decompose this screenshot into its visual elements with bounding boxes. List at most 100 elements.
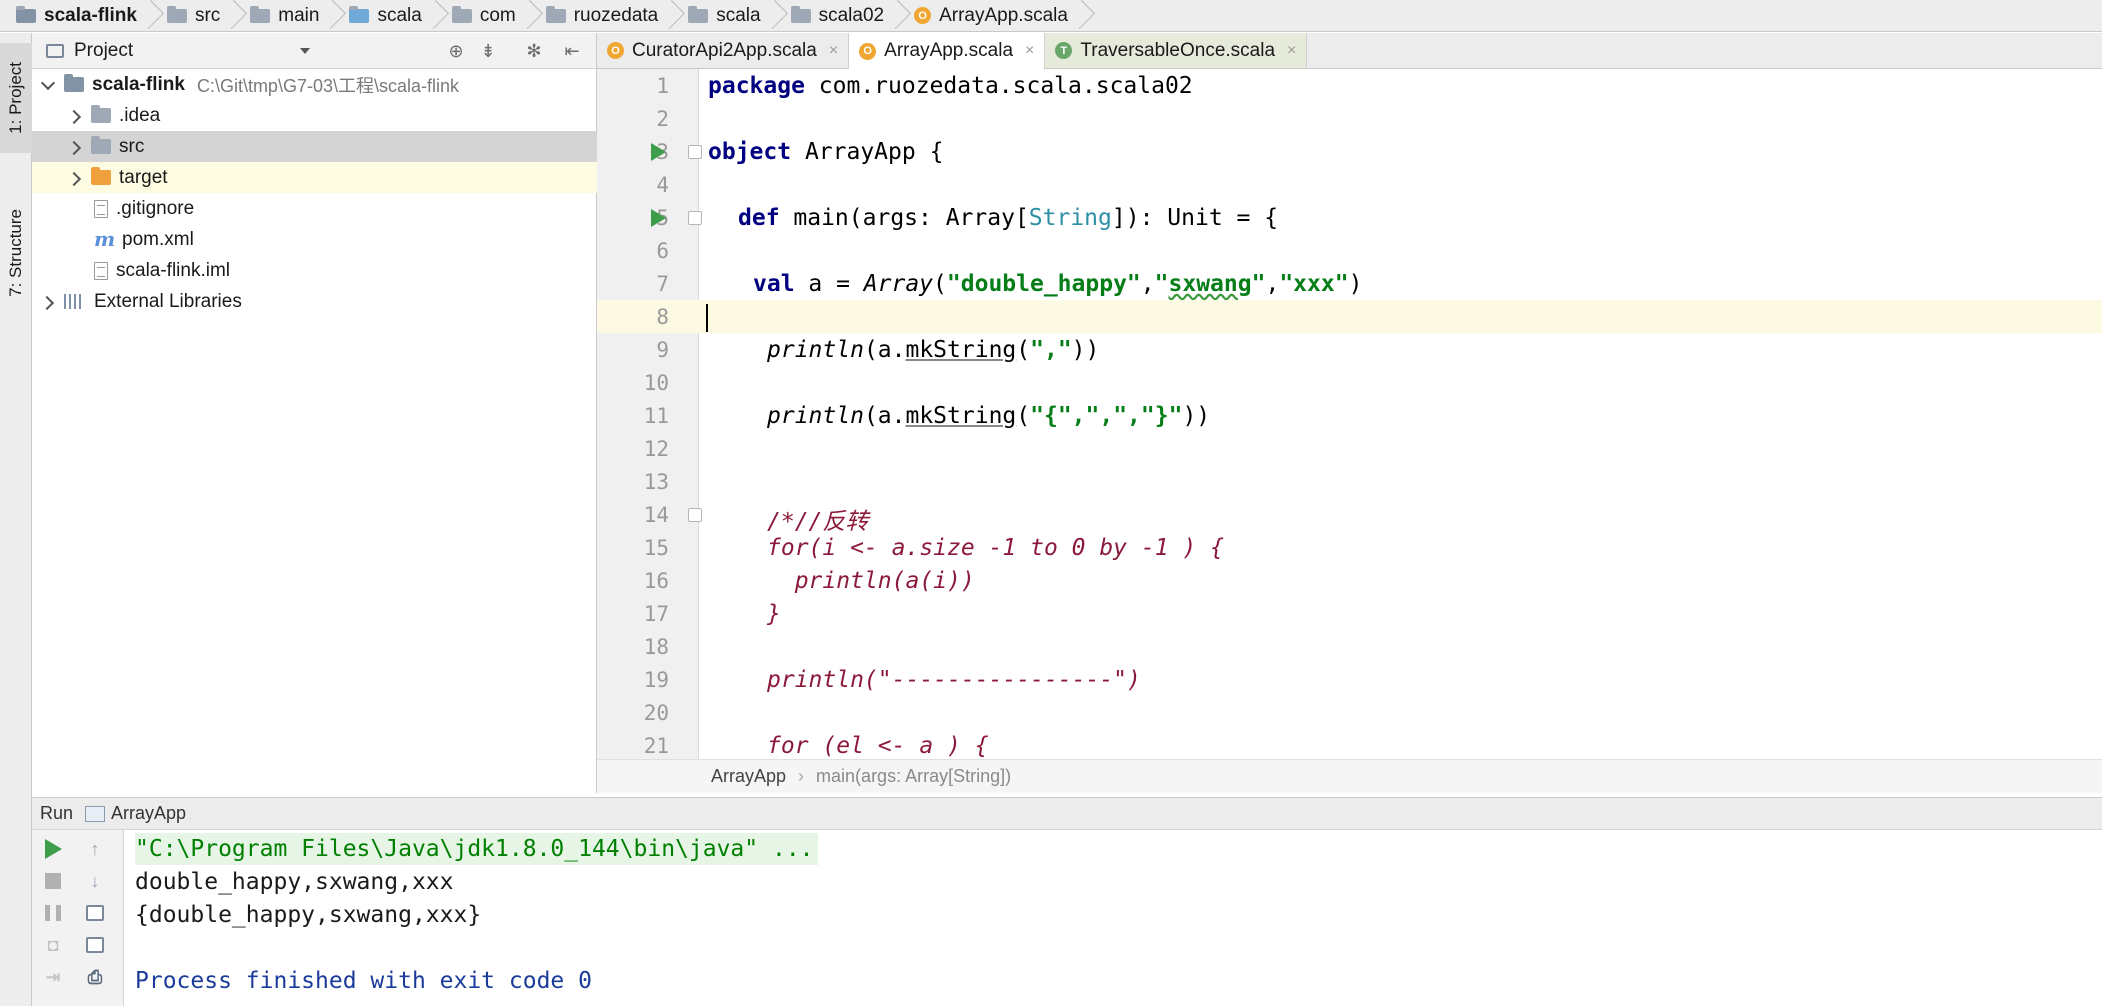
console-exit-message: Process finished with exit code 0 xyxy=(135,968,592,994)
breadcrumb-method[interactable]: main(args: Array[String]) xyxy=(816,766,1011,787)
tool-tab-project[interactable]: 1: Project xyxy=(0,43,32,153)
code-line: 15 for(i <- a.size -1 to 0 by -1 ) { xyxy=(597,531,2102,564)
line-number: 21 xyxy=(643,734,669,758)
code-line: 18 xyxy=(597,630,2102,663)
breadcrumb-separator xyxy=(769,0,781,32)
tree-item-iml[interactable]: scala-flink.iml xyxy=(32,255,597,286)
hide-panel-icon[interactable]: ⇤ xyxy=(562,41,582,61)
scala-object-icon: O xyxy=(607,42,624,59)
breadcrumb-separator xyxy=(228,0,240,32)
tree-item-gitignore[interactable]: .gitignore xyxy=(32,193,597,224)
pause-button[interactable] xyxy=(42,902,64,924)
code-line: 6 xyxy=(597,234,2102,267)
code-line: 7 val a = Array("double_happy","sxwang",… xyxy=(597,267,2102,300)
tab-arrayapp[interactable]: O ArrayApp.scala × xyxy=(849,33,1046,69)
breadcrumb-class[interactable]: ArrayApp xyxy=(711,766,786,787)
breadcrumb-separator xyxy=(1076,0,1088,32)
chevron-right-icon[interactable] xyxy=(67,109,81,123)
breadcrumb-com[interactable]: com xyxy=(448,0,542,32)
text-file-icon xyxy=(94,199,108,218)
dump-threads-button[interactable]: ◘ xyxy=(42,934,64,956)
gear-icon[interactable]: ✻ xyxy=(524,41,544,61)
locate-icon[interactable]: ⊕ xyxy=(446,41,466,61)
breadcrumb-project[interactable]: scala-flink xyxy=(12,0,163,32)
close-icon[interactable]: × xyxy=(1287,42,1296,60)
line-number: 7 xyxy=(656,272,669,296)
project-view-icon xyxy=(46,43,64,58)
tab-curatorapi2app[interactable]: O CuratorApi2App.scala × xyxy=(597,33,850,68)
camera-icon: ◘ xyxy=(47,934,59,955)
tree-item-target[interactable]: target xyxy=(32,162,597,193)
close-icon[interactable]: × xyxy=(1025,42,1034,60)
code-text: val a = Array("double_happy","sxwang","x… xyxy=(753,271,1363,297)
chevron-right-icon[interactable] xyxy=(67,140,81,154)
code-text: println(a.mkString("{",",","}")) xyxy=(767,403,1211,429)
code-line: 2 xyxy=(597,102,2102,135)
code-line: 9 println(a.mkString(",")) xyxy=(597,333,2102,366)
breadcrumb-scala02[interactable]: scala02 xyxy=(787,0,911,32)
code-line: 17 } xyxy=(597,597,2102,630)
tree-item-external-libraries[interactable]: External Libraries xyxy=(32,286,597,317)
breadcrumb-separator xyxy=(327,0,339,32)
fold-icon[interactable] xyxy=(688,211,702,225)
tree-item-idea[interactable]: .idea xyxy=(32,100,597,131)
breadcrumb-src[interactable]: src xyxy=(163,0,246,32)
line-number: 6 xyxy=(656,239,669,263)
fold-icon[interactable] xyxy=(688,145,702,159)
breadcrumb-scala[interactable]: scala xyxy=(345,0,447,32)
code-line: 5 def main(args: Array[String]): Unit = … xyxy=(597,201,2102,234)
breadcrumb-scala-package[interactable]: scala xyxy=(684,0,786,32)
scroll-to-end-button[interactable] xyxy=(84,934,106,956)
run-config-tab[interactable]: ArrayApp xyxy=(85,803,186,824)
line-number: 11 xyxy=(643,404,669,428)
tool-tab-structure[interactable]: 7: Structure xyxy=(0,173,32,333)
pause-icon xyxy=(45,905,61,921)
scroll-down-button[interactable]: ↓ xyxy=(84,870,106,892)
breadcrumb-ruozedata[interactable]: ruozedata xyxy=(542,0,685,32)
chevron-down-icon[interactable] xyxy=(300,48,310,54)
code-line: 20 xyxy=(597,696,2102,729)
code-text: println(a.mkString(",")) xyxy=(767,337,1100,363)
project-view-selector[interactable]: Project xyxy=(74,40,133,62)
left-tool-strip: 1: Project 7: Structure xyxy=(0,33,32,1006)
breadcrumb-separator xyxy=(666,0,678,32)
run-icon[interactable] xyxy=(651,209,666,227)
folder-icon xyxy=(91,105,111,123)
print-icon: ⎙ xyxy=(87,966,103,987)
chevron-right-icon[interactable] xyxy=(40,295,54,309)
restore-layout-button[interactable]: ⇥ xyxy=(42,966,64,988)
breadcrumb-file[interactable]: O ArrayApp.scala xyxy=(910,0,1094,32)
scala-object-icon: O xyxy=(859,42,877,60)
run-console[interactable]: "C:\Program Files\Java\jdk1.8.0_144\bin\… xyxy=(124,830,2102,1006)
line-number: 1 xyxy=(656,74,669,98)
maven-icon: m xyxy=(94,227,116,251)
run-icon[interactable] xyxy=(651,143,666,161)
code-text: def main(args: Array[String]): Unit = { xyxy=(738,205,1279,231)
breadcrumb-separator xyxy=(430,0,442,32)
collapse-all-icon[interactable]: ⇟ xyxy=(478,41,498,61)
code-editor[interactable]: 1 package com.ruozedata.scala.scala02 2 … xyxy=(597,69,2102,759)
stop-button[interactable] xyxy=(42,870,64,892)
soft-wrap-button[interactable] xyxy=(84,902,106,924)
tree-item-pom[interactable]: m pom.xml xyxy=(32,224,597,255)
rerun-button[interactable] xyxy=(42,838,64,860)
breadcrumb-separator xyxy=(145,0,157,32)
close-icon[interactable]: × xyxy=(829,42,838,60)
fold-icon[interactable] xyxy=(688,508,702,522)
print-button[interactable]: ⎙ xyxy=(84,966,106,988)
scroll-up-button[interactable]: ↑ xyxy=(84,838,106,860)
breadcrumb-main[interactable]: main xyxy=(246,0,345,32)
run-config-icon xyxy=(85,805,106,822)
code-text: object ArrayApp { xyxy=(708,139,944,165)
folder-icon xyxy=(91,136,111,154)
tab-traversableonce[interactable]: T TraversableOnce.scala × xyxy=(1045,33,1308,68)
project-panel-header: Project ⊕ ⇟ ✻ ⇤ xyxy=(32,33,596,69)
chevron-down-icon[interactable] xyxy=(40,78,54,92)
tree-item-src[interactable]: src xyxy=(32,131,597,162)
line-number: 8 xyxy=(656,305,669,329)
chevron-right-icon[interactable] xyxy=(67,171,81,185)
tree-item-root[interactable]: scala-flink C:\Git\tmp\G7-03\工程\scala-fl… xyxy=(32,69,597,100)
package-icon xyxy=(545,5,566,23)
line-number: 9 xyxy=(656,338,669,362)
play-icon xyxy=(44,839,62,859)
